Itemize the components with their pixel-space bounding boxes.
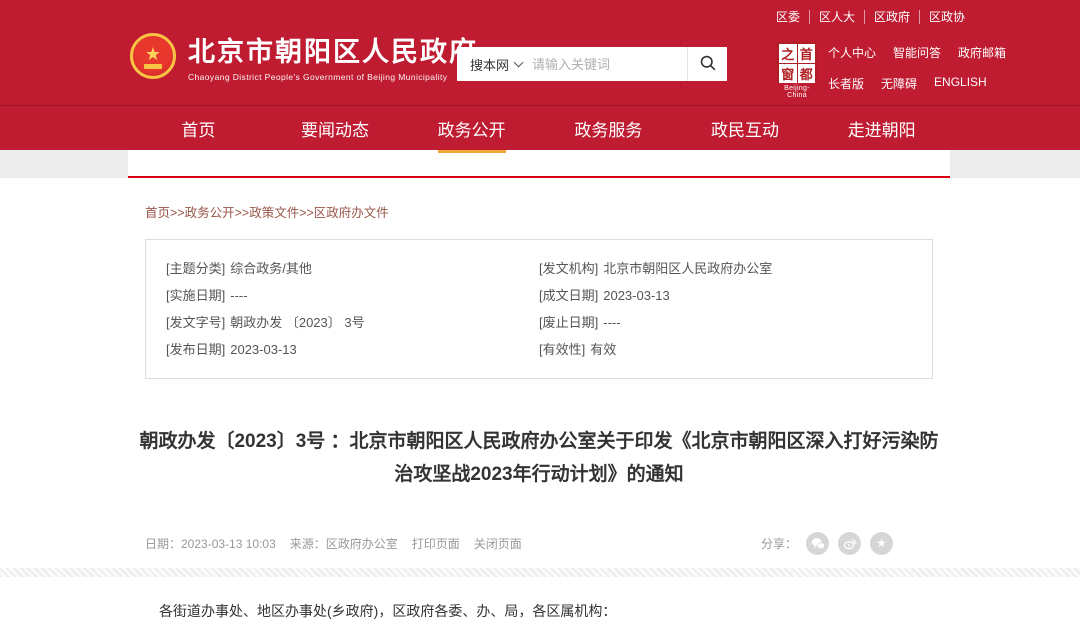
metadata-left-column: [主题分类]综合政务/其他 [实施日期]---- [发文字号]朝政办发 〔202… bbox=[166, 255, 539, 363]
site-branding: 北京市朝阳区人民政府 Chaoyang District People's Go… bbox=[188, 36, 478, 82]
main-content: 首页>>政务公开>>政策文件>>区政府办文件 [主题分类]综合政务/其他 [实施… bbox=[128, 178, 950, 555]
link-elderly-version[interactable]: 长者版 bbox=[828, 75, 864, 92]
meta-issuing-agency: [发文机构]北京市朝阳区人民政府办公室 bbox=[539, 255, 912, 282]
active-tab-underline bbox=[438, 150, 506, 153]
link-smart-qa[interactable]: 智能问答 bbox=[893, 44, 941, 61]
hatched-divider bbox=[0, 568, 1080, 577]
weibo-share-icon[interactable] bbox=[838, 532, 861, 555]
article-source: 来源：区政府办公室 bbox=[290, 535, 398, 552]
page: 区委区人大区政府区政协 ★ 北京市朝阳区人民政府 Chaoyang Distri… bbox=[0, 0, 1080, 567]
article-date: 日期：2023-03-13 10:03 bbox=[145, 535, 276, 552]
meta-written-date: [成文日期]2023-03-13 bbox=[539, 282, 912, 309]
meta-repeal-date: [废止日期]---- bbox=[539, 309, 912, 336]
national-emblem-icon: ★ bbox=[130, 33, 176, 79]
link-gov-mailbox[interactable]: 政府邮箱 bbox=[958, 44, 1006, 61]
print-page-link[interactable]: 打印页面 bbox=[412, 535, 460, 552]
qzone-share-icon[interactable]: ★ bbox=[870, 532, 893, 555]
capital-window-seal-icon: 之 首 窗 都 bbox=[777, 42, 817, 82]
breadcrumb[interactable]: 首页>>政务公开>>政策文件>>区政府办文件 bbox=[128, 178, 950, 221]
nav-item-about-chaoyang[interactable]: 走进朝阳 bbox=[813, 106, 950, 150]
nav-item-news[interactable]: 要闻动态 bbox=[267, 106, 404, 150]
search-icon bbox=[699, 54, 717, 75]
seal-caption: Beijing-China bbox=[776, 85, 818, 99]
meta-document-number: [发文字号]朝政办发 〔2023〕 3号 bbox=[166, 309, 539, 336]
share-label: 分享： bbox=[761, 535, 797, 552]
search-scope-select[interactable]: 搜本网 bbox=[457, 55, 532, 74]
meta-publish-date: [发布日期]2023-03-13 bbox=[166, 336, 539, 363]
document-title: 朝政办发〔2023〕3号 ：北京市朝阳区人民政府办公室关于印发《北京市朝阳区深入… bbox=[134, 425, 944, 492]
link-personal-center[interactable]: 个人中心 bbox=[828, 44, 876, 61]
wechat-share-icon[interactable] bbox=[806, 532, 829, 555]
document-metadata-box: [主题分类]综合政务/其他 [实施日期]---- [发文字号]朝政办发 〔202… bbox=[145, 239, 933, 379]
nav-item-gov-services[interactable]: 政务服务 bbox=[540, 106, 677, 150]
link-english[interactable]: ENGLISH bbox=[934, 75, 987, 92]
header-shadow-band bbox=[0, 150, 1080, 178]
meta-implementation-date: [实施日期]---- bbox=[166, 282, 539, 309]
nav-item-home[interactable]: 首页 bbox=[130, 106, 267, 150]
meta-validity: [有效性]有效 bbox=[539, 336, 912, 363]
nav-item-gov-affairs-disclosure[interactable]: 政务公开 bbox=[403, 106, 540, 150]
search-input[interactable] bbox=[532, 57, 687, 72]
article-salutation: 各街道办事处、地区办事处(乡政府)，区政府各委、办、局，各区属机构： bbox=[128, 577, 950, 623]
topbar-link-zhengxie[interactable]: 区政协 bbox=[920, 10, 965, 24]
primary-nav: 首页 要闻动态 政务公开 政务服务 政民互动 走进朝阳 bbox=[0, 105, 1080, 150]
link-accessibility[interactable]: 无障碍 bbox=[881, 75, 917, 92]
topbar-link-zhengfu[interactable]: 区政府 bbox=[865, 10, 920, 24]
site-header: 区委区人大区政府区政协 ★ 北京市朝阳区人民政府 Chaoyang Distri… bbox=[0, 0, 1080, 105]
article-info-bar: 日期：2023-03-13 10:03 来源：区政府办公室 打印页面 关闭页面 … bbox=[145, 532, 933, 555]
search-box: 搜本网 bbox=[457, 47, 727, 81]
article-body: 各街道办事处、地区办事处(乡政府)，区政府各委、办、局，各区属机构： bbox=[128, 577, 950, 623]
red-rule-divider bbox=[128, 150, 950, 178]
site-title-english: Chaoyang District People's Government of… bbox=[188, 72, 478, 82]
capital-window-logo[interactable]: 之 首 窗 都 Beijing-China bbox=[776, 42, 818, 99]
topbar-link-renda[interactable]: 区人大 bbox=[810, 10, 865, 24]
brand-row: ★ 北京市朝阳区人民政府 Chaoyang District People's … bbox=[128, 28, 965, 105]
nav-item-public-interaction[interactable]: 政民互动 bbox=[677, 106, 814, 150]
metadata-right-column: [发文机构]北京市朝阳区人民政府办公室 [成文日期]2023-03-13 [废止… bbox=[539, 255, 912, 363]
site-title: 北京市朝阳区人民政府 bbox=[188, 36, 478, 68]
chevron-down-icon bbox=[514, 57, 524, 67]
header-quick-links: 个人中心 智能问答 政府邮箱 长者版 无障碍 ENGLISH bbox=[828, 44, 1006, 106]
topbar: 区委区人大区政府区政协 bbox=[767, 8, 965, 25]
topbar-link-quwei[interactable]: 区委 bbox=[767, 10, 810, 24]
meta-topic-category: [主题分类]综合政务/其他 bbox=[166, 255, 539, 282]
search-scope-label: 搜本网 bbox=[470, 55, 509, 74]
close-page-link[interactable]: 关闭页面 bbox=[474, 535, 522, 552]
search-button[interactable] bbox=[687, 47, 727, 81]
